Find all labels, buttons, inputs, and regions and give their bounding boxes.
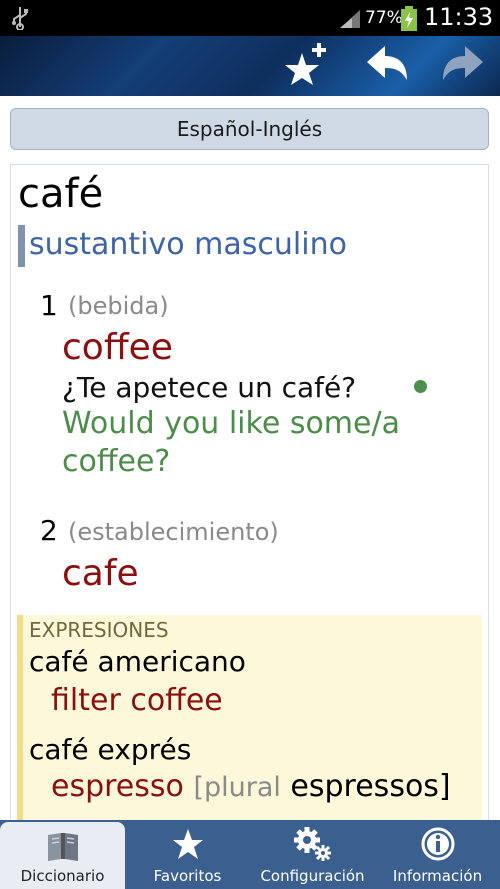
nav-label: Diccionario (20, 867, 105, 885)
sense-number: 1 (40, 289, 58, 322)
info-icon (375, 826, 500, 862)
expressions-section: EXPRESIONES café americano filter coffee… (17, 615, 482, 824)
pos-marker (18, 225, 25, 267)
nav-informacion[interactable]: Información (375, 820, 500, 889)
sense-number: 2 (40, 514, 58, 547)
star-icon (125, 826, 250, 862)
sense-gloss: (bebida) (68, 292, 169, 320)
expression-translation-row: espresso [plural espressos] (51, 769, 451, 804)
audio-dot-icon[interactable] (414, 380, 427, 393)
nav-diccionario[interactable]: Diccionario (0, 822, 125, 889)
expression-translation: filter coffee (51, 683, 223, 718)
sense-gloss: (establecimiento) (68, 518, 279, 546)
add-favorite-button[interactable] (278, 36, 334, 96)
expression-word: café exprés (29, 733, 192, 766)
forward-arrow-icon (441, 44, 487, 88)
nav-label: Favoritos (153, 867, 222, 885)
sense-translation: coffee (62, 327, 173, 368)
nav-favoritos[interactable]: Favoritos (125, 820, 250, 889)
dictionary-entry: café sustantivo masculino 1 (bebida) cof… (10, 164, 489, 824)
nav-label: Información (392, 867, 483, 885)
example-sentence: ¿Te apetece un café? (62, 371, 357, 404)
signal-icon (338, 8, 362, 32)
plural-label: [plural (193, 772, 281, 803)
gears-icon (250, 826, 375, 862)
headword: café (18, 171, 104, 217)
forward-button[interactable] (436, 36, 492, 96)
part-of-speech: sustantivo masculino (29, 227, 347, 262)
book-icon (0, 828, 125, 864)
expression-word: café americano (29, 645, 246, 678)
plural-word: espressos] (290, 769, 451, 804)
nav-label: Configuración (260, 867, 365, 885)
bottom-navigation: Diccionario Favoritos Configuración Info… (0, 820, 500, 889)
status-bar: 77% 11:33 (0, 0, 500, 36)
clock: 11:33 (424, 3, 494, 31)
usb-icon (10, 6, 30, 34)
language-pair-selector[interactable]: Español-Inglés (10, 108, 489, 150)
battery-percentage: 77% (365, 8, 403, 28)
expression-translation: espresso (51, 769, 184, 804)
sense-translation: cafe (62, 553, 139, 594)
nav-configuracion[interactable]: Configuración (250, 820, 375, 889)
example-translation: Would you like some/a coffee? (62, 406, 400, 479)
battery-charging-icon (400, 6, 418, 36)
back-button[interactable] (358, 36, 414, 96)
expressions-header: EXPRESIONES (29, 618, 169, 642)
action-bar (0, 36, 500, 96)
star-plus-icon (283, 41, 329, 91)
back-arrow-icon (363, 44, 409, 88)
